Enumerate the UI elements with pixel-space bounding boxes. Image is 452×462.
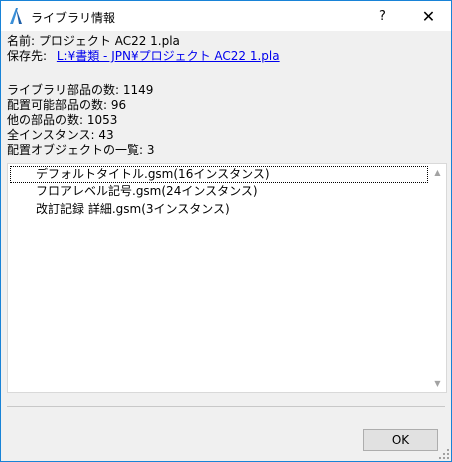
scroll-up-icon[interactable]: ▲ [429,164,446,181]
scroll-down-icon[interactable]: ▼ [429,375,446,392]
name-label: 名前: [7,34,36,48]
list-item[interactable]: デフォルトタイトル.gsm(16インスタンス) [10,166,428,183]
list-item[interactable]: 改訂記録 詳細.gsm(3インスタンス) [10,201,428,218]
library-info-dialog: ライブラリ情報 ? ✕ 名前: プロジェクト AC22 1.pla 保存先: L… [0,0,452,462]
vertical-scrollbar[interactable]: ▲ ▼ [429,164,446,392]
dialog-content: 名前: プロジェクト AC22 1.pla 保存先: L:¥書類 - JPN¥プ… [1,31,451,461]
dialog-title: ライブラリ情報 [31,11,116,25]
library-parts-count: ライブラリ部品の数: 1149 [7,83,154,97]
help-button[interactable]: ? [360,1,405,31]
placeable-parts-count: 配置可能部品の数: 96 [7,98,127,112]
list-item[interactable]: フロアレベル記号.gsm(24インスタンス) [10,183,428,200]
other-parts-count: 他の部品の数: 1053 [7,113,118,127]
title-bar: ライブラリ情報 ? ✕ [1,1,451,31]
location-link[interactable]: L:¥書類 - JPN¥プロジェクト AC22 1.pla [57,49,280,63]
name-value: プロジェクト AC22 1.pla [38,34,180,48]
ok-button[interactable]: OK [363,429,438,451]
divider [7,406,445,407]
name-row: 名前: プロジェクト AC22 1.pla [7,34,180,49]
location-label: 保存先: [7,49,48,63]
archicad-app-icon [10,8,22,24]
resize-grip-icon[interactable] [439,449,449,459]
all-instances-count: 全インスタンス: 43 [7,128,114,142]
placed-objects-heading: 配置オブジェクトの一覧: 3 [7,143,155,157]
close-button[interactable]: ✕ [406,1,451,31]
placed-objects-list[interactable]: デフォルトタイトル.gsm(16インスタンス) フロアレベル記号.gsm(24イ… [7,163,447,393]
location-row: 保存先: L:¥書類 - JPN¥プロジェクト AC22 1.pla [7,49,280,64]
